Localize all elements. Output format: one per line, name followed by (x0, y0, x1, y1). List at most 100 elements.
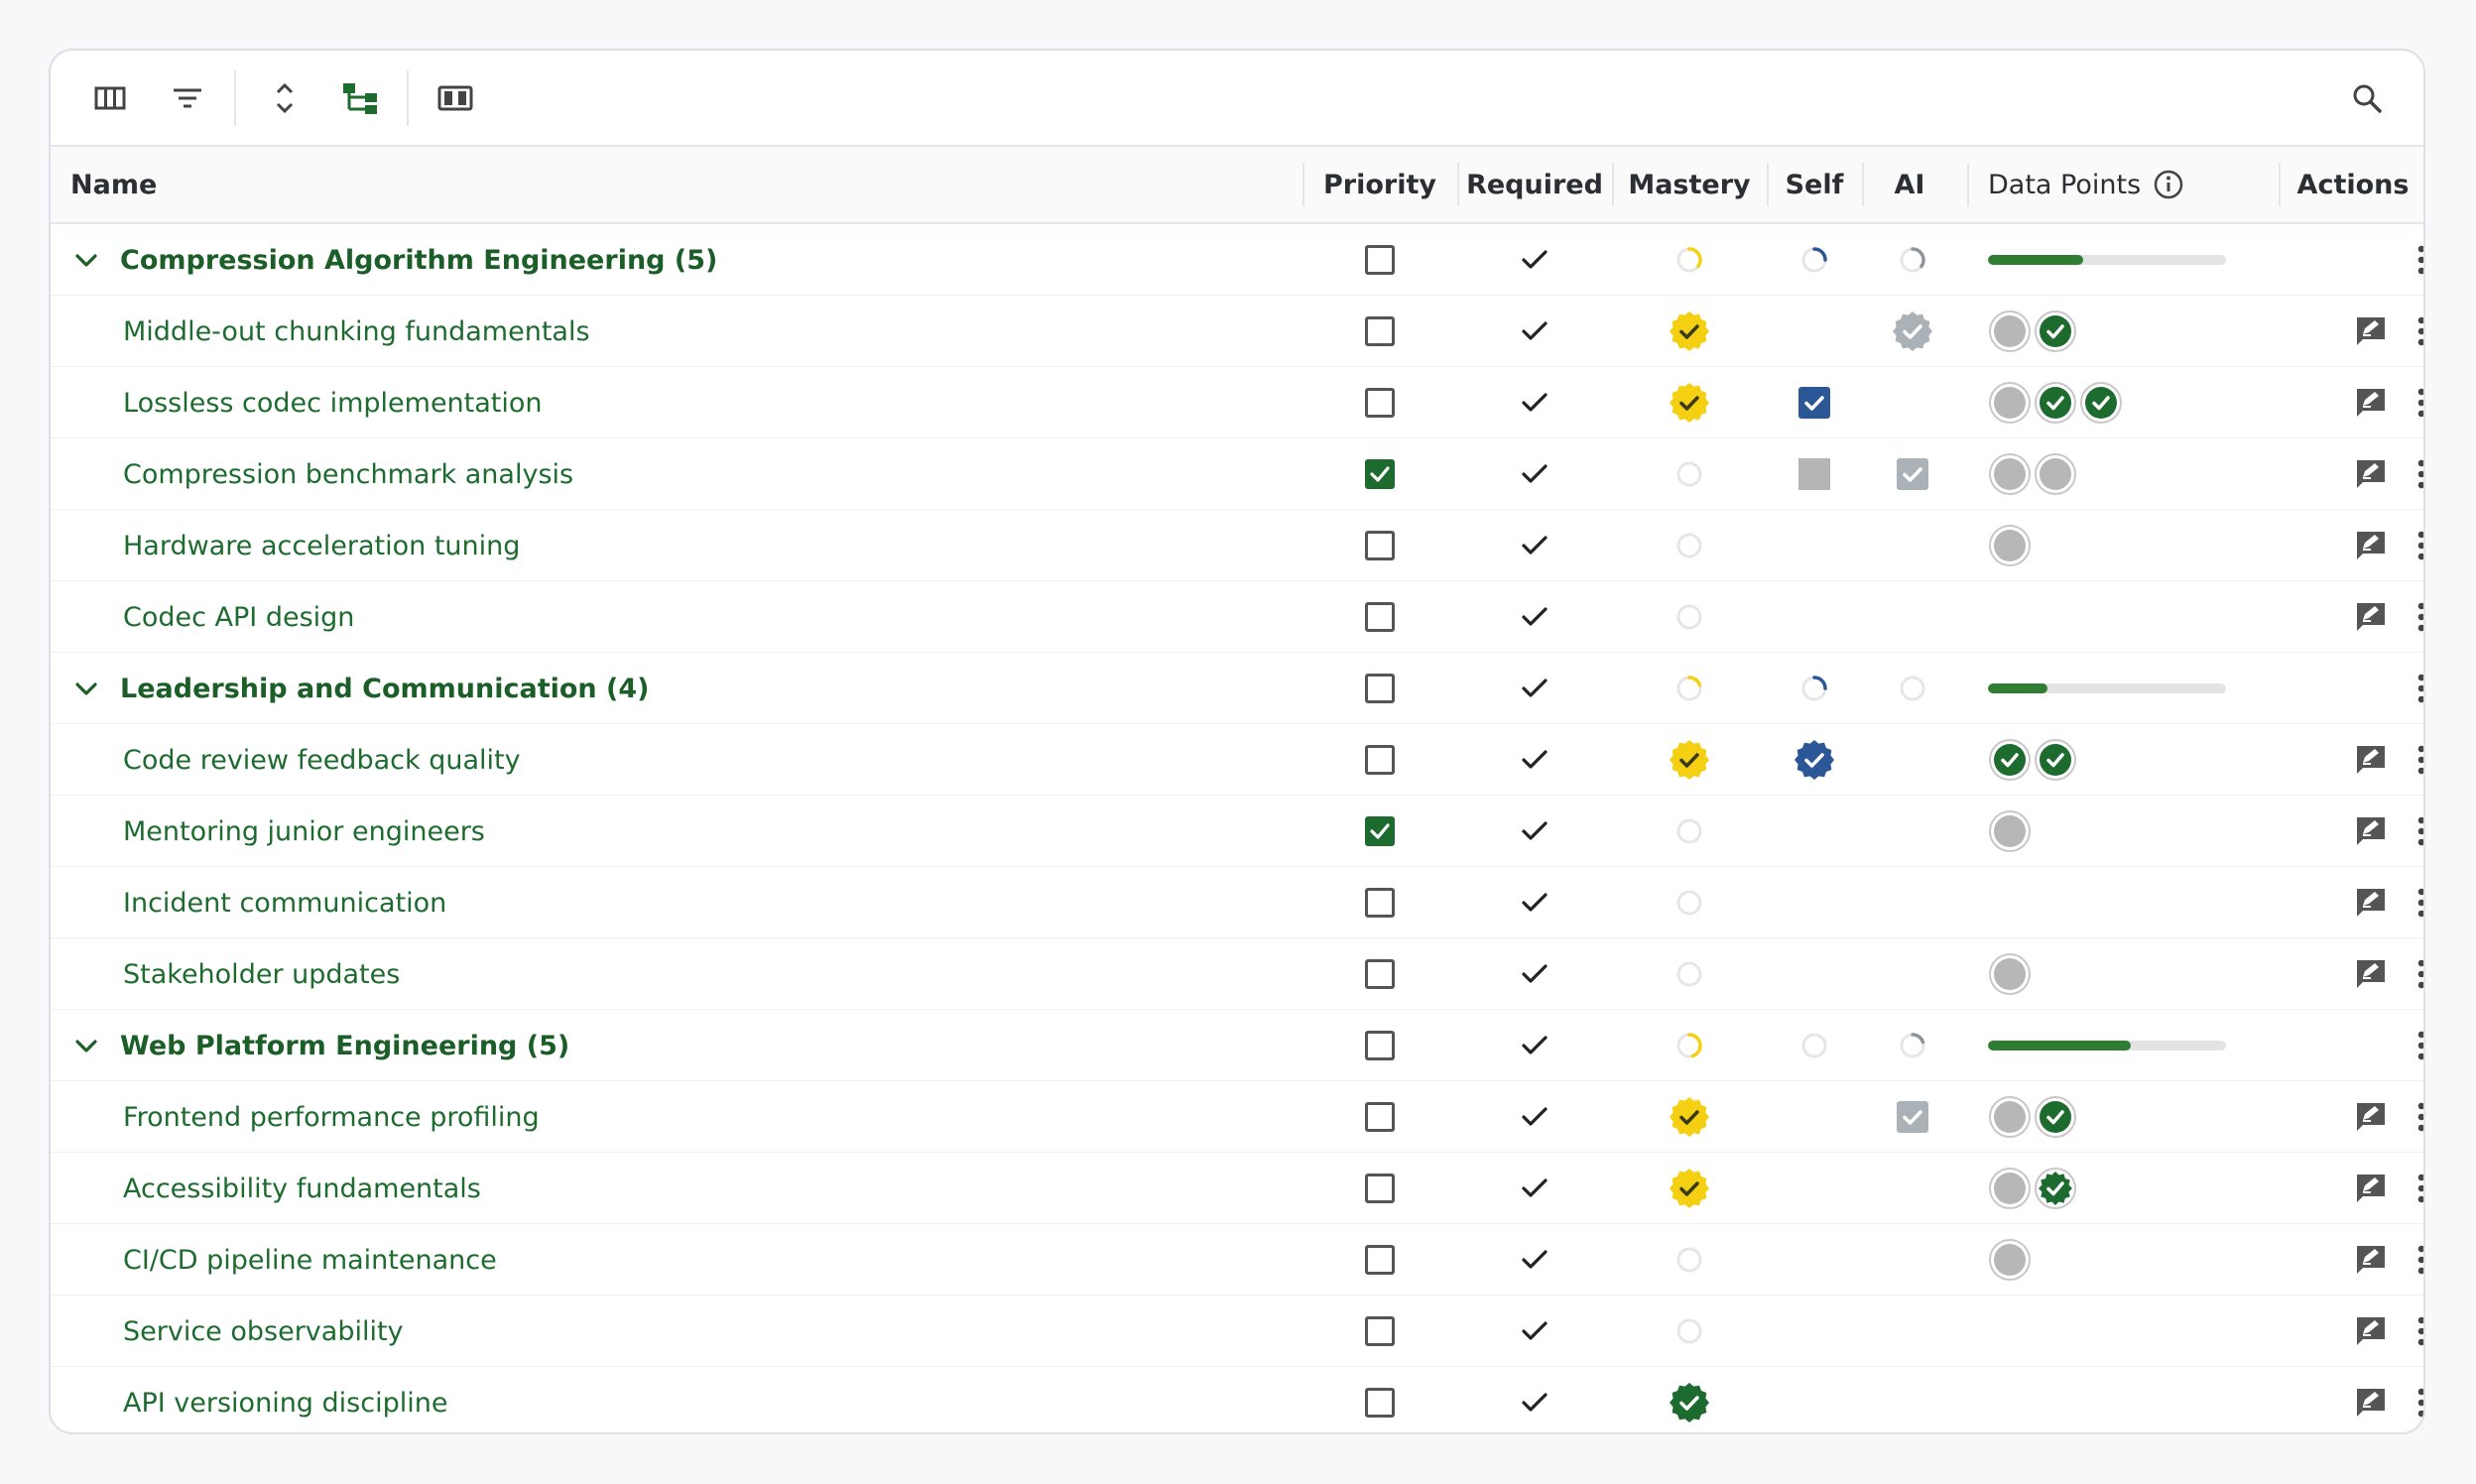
ai-assessment-icon[interactable] (1889, 1010, 1936, 1081)
comment-icon[interactable] (2349, 296, 2393, 367)
mastery-status-icon[interactable] (1666, 367, 1713, 438)
comment-icon[interactable] (2349, 1296, 2393, 1367)
priority-checkbox[interactable] (1352, 1296, 1408, 1367)
more-options-icon[interactable] (2407, 1010, 2423, 1081)
comment-icon[interactable] (2349, 938, 2393, 1010)
data-point-icon[interactable] (1988, 524, 2032, 567)
more-options-icon[interactable] (2407, 938, 2423, 1010)
mastery-status-icon[interactable] (1666, 796, 1713, 867)
priority-checkbox[interactable] (1352, 224, 1408, 296)
self-assessment-icon[interactable] (1791, 438, 1838, 510)
data-point-icon[interactable] (1988, 309, 2032, 353)
chevron-down-icon[interactable] (70, 1030, 102, 1061)
col-required[interactable]: Required (1457, 147, 1612, 222)
more-options-icon[interactable] (2407, 796, 2423, 867)
data-point-icon[interactable] (1988, 952, 2032, 996)
group-name[interactable]: Web Platform Engineering (5) (120, 1010, 569, 1081)
table-row[interactable]: Codec API design (51, 581, 2423, 653)
self-assessment-icon[interactable] (1791, 224, 1838, 296)
col-self[interactable]: Self (1767, 147, 1862, 222)
table-group-row[interactable]: Web Platform Engineering (5) (51, 1010, 2423, 1081)
comment-icon[interactable] (2349, 1153, 2393, 1224)
table-row[interactable]: Code review feedback quality (51, 724, 2423, 796)
comment-icon[interactable] (2349, 796, 2393, 867)
data-point-icon[interactable] (2079, 381, 2123, 425)
data-point-icon[interactable] (1988, 809, 2032, 853)
search-icon[interactable] (2345, 76, 2389, 120)
more-options-icon[interactable] (2407, 1224, 2423, 1296)
comment-icon[interactable] (2349, 867, 2393, 938)
data-point-icon[interactable] (2034, 1095, 2077, 1139)
more-options-icon[interactable] (2407, 224, 2423, 296)
table-row[interactable]: Frontend performance profiling (51, 1081, 2423, 1153)
table-row[interactable]: CI/CD pipeline maintenance (51, 1224, 2423, 1296)
col-priority[interactable]: Priority (1302, 147, 1457, 222)
priority-checkbox[interactable] (1352, 938, 1408, 1010)
mastery-status-icon[interactable] (1666, 510, 1713, 581)
col-ai[interactable]: AI (1862, 147, 1957, 222)
comment-icon[interactable] (2349, 1081, 2393, 1153)
priority-checkbox[interactable] (1352, 1081, 1408, 1153)
mastery-status-icon[interactable] (1666, 867, 1713, 938)
chevron-down-icon[interactable] (70, 244, 102, 276)
more-options-icon[interactable] (2407, 1296, 2423, 1367)
table-row[interactable]: Hardware acceleration tuning (51, 510, 2423, 581)
more-options-icon[interactable] (2407, 1153, 2423, 1224)
self-assessment-icon[interactable] (1791, 367, 1838, 438)
data-point-icon[interactable] (2034, 309, 2077, 353)
self-assessment-icon[interactable] (1791, 1010, 1838, 1081)
skill-name[interactable]: Service observability (123, 1296, 404, 1367)
info-icon[interactable] (2153, 169, 2184, 200)
mastery-status-icon[interactable] (1666, 724, 1713, 796)
mastery-status-icon[interactable] (1666, 296, 1713, 367)
priority-checkbox[interactable] (1352, 1153, 1408, 1224)
data-point-icon[interactable] (2034, 738, 2077, 782)
mastery-status-icon[interactable] (1666, 938, 1713, 1010)
mastery-status-icon[interactable] (1666, 1153, 1713, 1224)
skill-name[interactable]: Stakeholder updates (123, 938, 400, 1010)
skill-name[interactable]: Incident communication (123, 867, 446, 938)
mastery-status-icon[interactable] (1666, 1010, 1713, 1081)
ai-assessment-icon[interactable] (1889, 653, 1936, 724)
skill-name[interactable]: Hardware acceleration tuning (123, 510, 520, 581)
more-options-icon[interactable] (2407, 581, 2423, 653)
priority-checkbox[interactable] (1352, 367, 1408, 438)
comment-icon[interactable] (2349, 1224, 2393, 1296)
more-options-icon[interactable] (2407, 1367, 2423, 1432)
table-row[interactable]: Service observability (51, 1296, 2423, 1367)
mastery-status-icon[interactable] (1666, 581, 1713, 653)
col-mastery[interactable]: Mastery (1612, 147, 1767, 222)
priority-checkbox[interactable] (1352, 867, 1408, 938)
table-row[interactable]: API versioning discipline (51, 1367, 2423, 1432)
more-options-icon[interactable] (2407, 296, 2423, 367)
group-name[interactable]: Leadership and Communication (4) (120, 653, 650, 724)
skill-name[interactable]: CI/CD pipeline maintenance (123, 1224, 497, 1296)
table-row[interactable]: Stakeholder updates (51, 938, 2423, 1010)
mastery-status-icon[interactable] (1666, 1296, 1713, 1367)
col-name[interactable]: Name (70, 147, 1340, 222)
skill-name[interactable]: Mentoring junior engineers (123, 796, 485, 867)
table-group-row[interactable]: Leadership and Communication (4) (51, 653, 2423, 724)
comment-icon[interactable] (2349, 581, 2393, 653)
ai-assessment-icon[interactable] (1889, 296, 1936, 367)
more-options-icon[interactable] (2407, 367, 2423, 438)
self-assessment-icon[interactable] (1791, 724, 1838, 796)
skill-name[interactable]: Accessibility fundamentals (123, 1153, 481, 1224)
data-point-icon[interactable] (1988, 1167, 2032, 1210)
table-row[interactable]: Middle-out chunking fundamentals (51, 296, 2423, 367)
data-point-icon[interactable] (2034, 1167, 2077, 1210)
comment-icon[interactable] (2349, 724, 2393, 796)
priority-checkbox[interactable] (1352, 510, 1408, 581)
table-row[interactable]: Mentoring junior engineers (51, 796, 2423, 867)
tree-view-icon[interactable] (338, 76, 382, 120)
comment-icon[interactable] (2349, 367, 2393, 438)
skill-name[interactable]: Frontend performance profiling (123, 1081, 540, 1153)
skill-name[interactable]: Compression benchmark analysis (123, 438, 573, 510)
skill-name[interactable]: Codec API design (123, 581, 354, 653)
more-options-icon[interactable] (2407, 724, 2423, 796)
table-row[interactable]: Compression benchmark analysis (51, 438, 2423, 510)
ai-assessment-icon[interactable] (1889, 1081, 1936, 1153)
split-view-icon[interactable] (433, 76, 477, 120)
skill-name[interactable]: API versioning discipline (123, 1367, 447, 1432)
data-point-icon[interactable] (1988, 381, 2032, 425)
